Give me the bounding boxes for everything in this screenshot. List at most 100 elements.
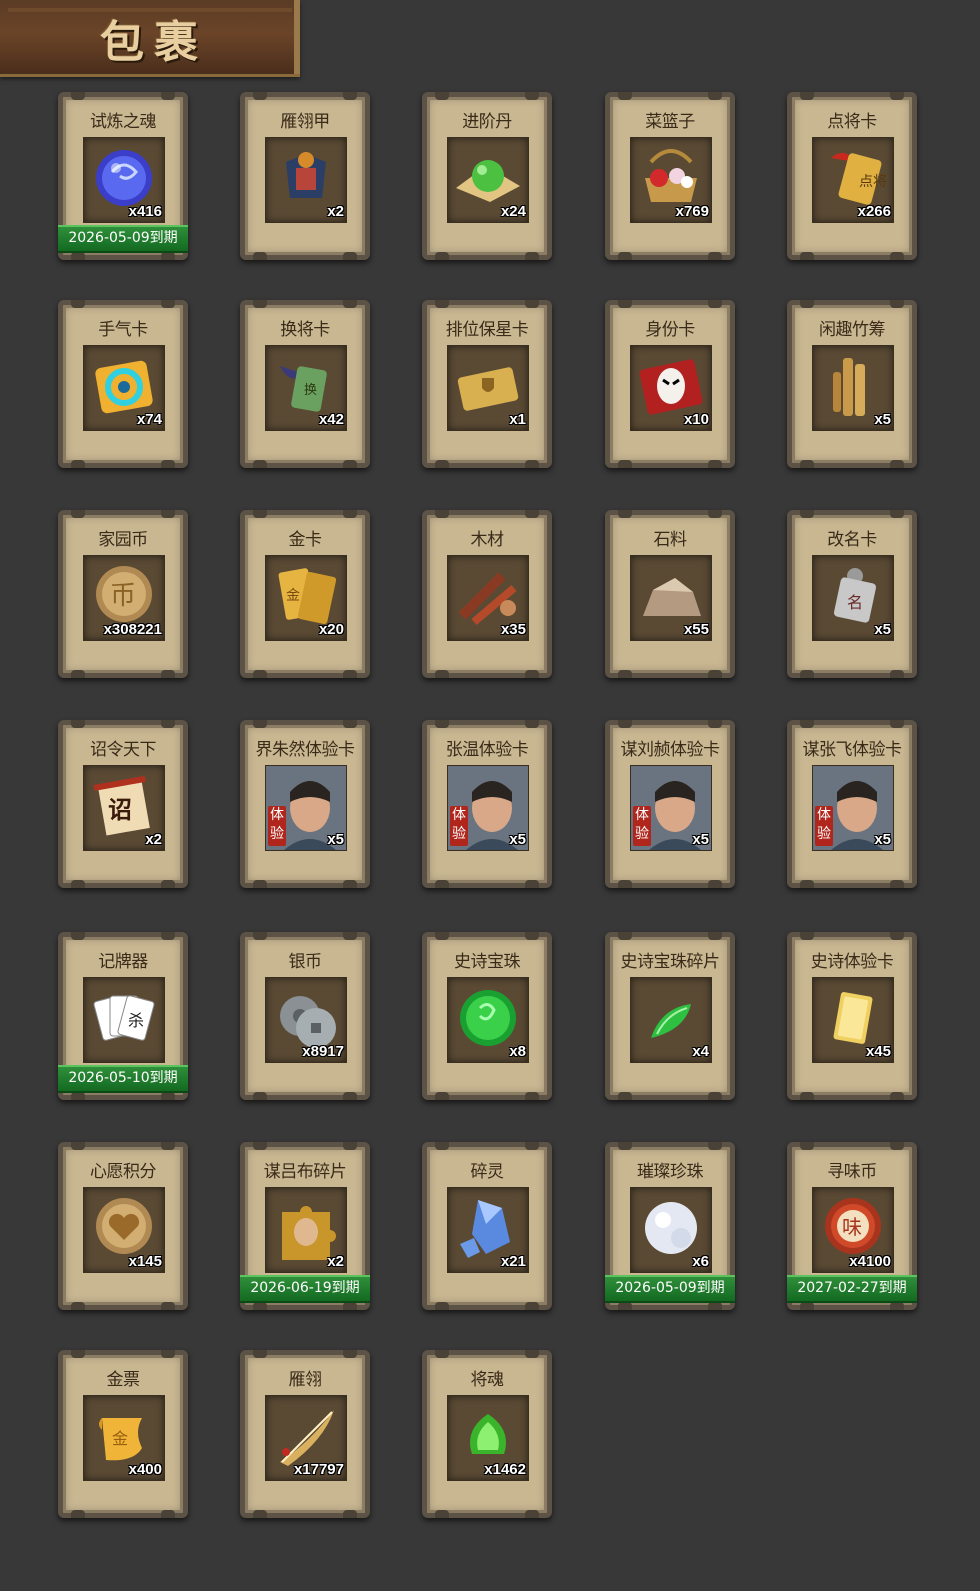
item-count: x1462 [484,1461,526,1478]
pearl-icon: x6 [630,1187,712,1273]
card-corner [71,252,85,260]
inventory-item-card[interactable]: 雁翎甲 x2 [240,92,370,260]
inventory-item-card[interactable]: 试炼之魂 x416 2026-05-09到期 [58,92,188,260]
card-corner [525,670,539,678]
inventory-item-card[interactable]: 史诗体验卡 x45 [787,932,917,1100]
item-count: x769 [675,203,709,220]
inventory-item-card[interactable]: 史诗宝珠碎片 x4 [605,932,735,1100]
item-name: 记牌器 [98,952,148,972]
svg-text:币: 币 [110,581,136,611]
inventory-grid: 试炼之魂 x416 2026-05-09到期 雁翎甲 x2 进阶丹 x24 菜篮子 x769 点将… [0,0,980,1591]
inventory-item-card[interactable]: 记牌器杀 2026-05-10到期 [58,932,188,1100]
card-corner [71,1302,85,1310]
inventory-item-card[interactable]: 将魂 x1462 [422,1350,552,1518]
card-corner [890,1092,904,1100]
luck-card-icon: x74 [83,345,165,431]
item-name: 试炼之魂 [90,112,157,132]
inventory-item-card[interactable]: 寻味币味 x4100 2027-02-27到期 [787,1142,917,1310]
card-corner [253,252,267,260]
silver-coin-icon: x8917 [265,977,347,1063]
inventory-item-card[interactable]: 菜篮子 x769 [605,92,735,260]
inventory-item-card[interactable]: 谋张飞体验卡 体验 x5 [787,720,917,888]
inventory-item-card[interactable]: 璀璨珍珠 x6 2026-05-09到期 [605,1142,735,1310]
inventory-item-card[interactable]: 排位保星卡 x1 [422,300,552,468]
item-name: 身份卡 [645,320,695,340]
inventory-item-card[interactable]: 木材 x35 [422,510,552,678]
item-count: x5 [327,831,344,848]
item-count: x4100 [849,1253,891,1270]
inventory-item-card[interactable]: 金票金 x400 [58,1350,188,1518]
inventory-item-card[interactable]: 改名卡名 x5 [787,510,917,678]
opera-mask-card-icon: x10 [630,345,712,431]
item-count: x24 [500,203,526,220]
item-name: 换将卡 [280,320,330,340]
item-count: x2 [327,203,344,220]
item-count: x5 [874,621,891,638]
item-count: x5 [874,831,891,848]
item-count: x5 [692,831,709,848]
playing-cards-icon: 杀 [83,977,165,1063]
inventory-item-card[interactable]: 身份卡 x10 [605,300,735,468]
expire-date-banner: 2026-05-10到期 [58,1065,188,1093]
inventory-item-card[interactable]: 史诗宝珠 x8 [422,932,552,1100]
inventory-item-card[interactable]: 换将卡换 x42 [240,300,370,468]
item-name: 史诗宝珠 [454,952,521,972]
item-name: 雁翎甲 [280,112,330,132]
item-count: x10 [683,411,709,428]
inventory-item-card[interactable]: 谋刘赪体验卡体验 x5 [605,720,735,888]
expire-date-banner: 2027-02-27到期 [787,1275,917,1303]
inventory-item-card[interactable]: 金卡金 x20 [240,510,370,678]
inventory-item-card[interactable]: 碎灵 x21 [422,1142,552,1310]
card-corner [343,1302,357,1310]
home-coin-icon: 币 x308221 [83,555,165,641]
inventory-item-card[interactable]: 闲趣竹筹 x5 [787,300,917,468]
inventory-item-card[interactable]: 点将卡 点将 x266 [787,92,917,260]
item-count: x2 [327,1253,344,1270]
card-corner [618,460,632,468]
inventory-item-card[interactable]: 雁翎 x17797 [240,1350,370,1518]
edict-scroll-icon: 诏 x2 [83,765,165,851]
inventory-item-card[interactable]: 石料 x55 [605,510,735,678]
trial-badge: 体验 [815,806,833,846]
card-corner [71,880,85,888]
item-name: 心愿积分 [90,1162,157,1182]
hero-portrait-icon: 体验 x5 [630,765,712,851]
card-corner [161,1092,175,1100]
card-corner [161,460,175,468]
card-corner [708,1302,722,1310]
item-count: x266 [857,203,891,220]
inventory-item-card[interactable]: 心愿积分 x145 [58,1142,188,1310]
armor-icon: x2 [265,137,347,223]
green-pill-icon: x24 [447,137,529,223]
card-corner [890,252,904,260]
inventory-item-card[interactable]: 张温体验卡 体验 x5 [422,720,552,888]
hero-portrait-icon: 体验 x5 [265,765,347,851]
inventory-item-card[interactable]: 家园币币 x308221 [58,510,188,678]
inventory-item-card[interactable]: 银币 x8917 [240,932,370,1100]
card-corner [161,1302,175,1310]
flavor-coin-icon: 味 x4100 [812,1187,894,1273]
item-count: x6 [692,1253,709,1270]
card-corner [343,880,357,888]
wood-icon: x35 [447,555,529,641]
inventory-item-card[interactable]: 进阶丹 x24 [422,92,552,260]
item-name: 谋刘赪体验卡 [620,740,721,760]
card-corner [435,460,449,468]
card-corner [890,670,904,678]
item-count: x20 [318,621,344,638]
epic-orb-icon: x8 [447,977,529,1063]
item-name: 进阶丹 [462,112,512,132]
inventory-item-card[interactable]: 诏令天下诏 x2 [58,720,188,888]
svg-text:诏: 诏 [108,796,132,824]
trial-badge: 体验 [450,806,468,846]
epic-trial-card-icon: x45 [812,977,894,1063]
swap-general-card-icon: 换 x42 [265,345,347,431]
bamboo-tally-icon: x5 [812,345,894,431]
inventory-item-card[interactable]: 手气卡 x74 [58,300,188,468]
item-count: x2 [145,831,162,848]
expire-date-banner: 2026-05-09到期 [605,1275,735,1303]
inventory-item-card[interactable]: 谋吕布碎片 x2 2026-06-19到期 [240,1142,370,1310]
card-corner [343,460,357,468]
inventory-item-card[interactable]: 界朱然体验卡 体验 x5 [240,720,370,888]
gold-card-icon: 金 x20 [265,555,347,641]
